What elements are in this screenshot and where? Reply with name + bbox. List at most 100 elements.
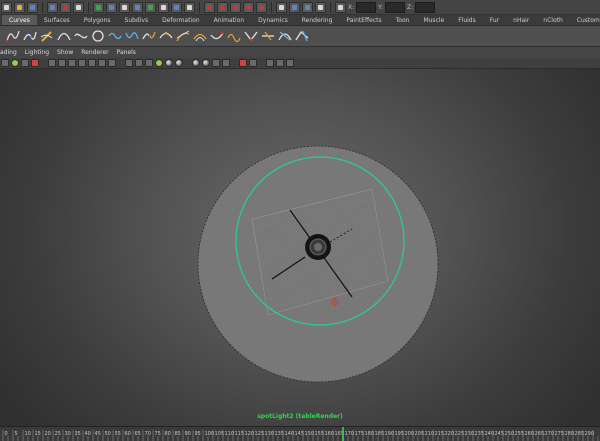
detach-curves-icon[interactable] <box>142 29 156 43</box>
menu-panels[interactable]: Panels <box>117 49 136 56</box>
select-hierarchy-icon[interactable] <box>47 1 58 13</box>
shadows-icon[interactable] <box>192 59 200 67</box>
ipr-render-icon[interactable] <box>302 1 313 13</box>
tab-surfaces[interactable]: Surfaces <box>37 15 77 25</box>
y-field[interactable] <box>385 1 406 13</box>
x-field[interactable] <box>356 1 377 13</box>
new-scene-icon[interactable] <box>1 1 12 13</box>
tab-painteffects[interactable]: PaintEffects <box>339 15 388 25</box>
snap-curve-icon[interactable] <box>217 1 228 13</box>
open-scene-icon[interactable] <box>14 1 25 13</box>
mask-handles-icon[interactable] <box>93 1 104 13</box>
attach-curves-icon[interactable] <box>125 29 139 43</box>
image-plane-icon[interactable] <box>31 59 39 67</box>
fillet-curve-icon[interactable] <box>244 29 258 43</box>
select-object-icon[interactable] <box>60 1 71 13</box>
grid-toggle-icon[interactable] <box>48 59 56 67</box>
use-all-lights-icon[interactable] <box>175 59 183 67</box>
cut-curve-icon[interactable] <box>261 29 275 43</box>
tab-nhair[interactable]: nHair <box>506 15 536 25</box>
extend-curve-icon[interactable] <box>176 29 190 43</box>
menu-shading[interactable]: ading <box>0 49 17 56</box>
smooth-shade-icon[interactable] <box>135 59 143 67</box>
gate-mask-icon[interactable] <box>78 59 86 67</box>
mask-misc-icon[interactable] <box>184 1 195 13</box>
isolate-select-icon[interactable] <box>239 59 247 67</box>
render-current-frame-icon[interactable] <box>289 1 300 13</box>
manipulator-icon[interactable] <box>286 59 294 67</box>
time-tick-label: 205 <box>415 431 425 437</box>
arc-tool-icon[interactable] <box>57 29 71 43</box>
mask-deformations-icon[interactable] <box>145 1 156 13</box>
time-slider[interactable]: 0 5 10 15 20 25 30 35 40 45 50 55 60 65 70 75 80 85 90 95 10… <box>0 426 600 441</box>
insert-knot-icon[interactable] <box>159 29 173 43</box>
mask-joints-icon[interactable] <box>106 1 117 13</box>
use-default-lighting-icon[interactable] <box>155 59 163 67</box>
tab-toon[interactable]: Toon <box>389 15 417 25</box>
cv-curve-tool-icon[interactable] <box>6 29 20 43</box>
tab-curves[interactable]: Curves <box>2 15 37 25</box>
intersect-curve-icon[interactable] <box>278 29 292 43</box>
tab-dynamics[interactable]: Dynamics <box>251 15 295 25</box>
pencil-curve-tool-icon[interactable] <box>40 29 54 43</box>
tab-subdivs[interactable]: Subdivs <box>118 15 156 25</box>
reverse-curve-icon[interactable] <box>210 29 224 43</box>
wireframe-on-shaded-icon[interactable] <box>145 59 153 67</box>
safe-action-icon[interactable] <box>98 59 106 67</box>
textured-icon[interactable] <box>165 59 173 67</box>
camera-attributes-icon[interactable] <box>11 59 19 67</box>
snap-view-plane-icon[interactable] <box>243 1 254 13</box>
tab-ncloth[interactable]: nCloth <box>536 15 570 25</box>
bookmarks-icon[interactable] <box>21 59 29 67</box>
time-tick-label: 100 <box>205 431 215 437</box>
tab-fluids[interactable]: Fluids <box>451 15 483 25</box>
tab-animation[interactable]: Animation <box>207 15 252 25</box>
smooth-wireframe-icon[interactable] <box>249 59 257 67</box>
select-component-icon[interactable] <box>73 1 84 13</box>
offset-curve-icon[interactable] <box>193 29 207 43</box>
history-icon[interactable] <box>276 1 287 13</box>
tab-muscle[interactable]: Muscle <box>416 15 451 25</box>
current-time-marker[interactable] <box>342 427 344 441</box>
mask-surfaces-icon[interactable] <box>132 1 143 13</box>
tab-polygons[interactable]: Polygons <box>77 15 118 25</box>
select-camera-icon[interactable] <box>1 59 9 67</box>
menu-lighting[interactable]: Lighting <box>25 49 49 56</box>
nurbs-square-icon[interactable] <box>108 29 122 43</box>
resolution-gate-icon[interactable] <box>68 59 76 67</box>
camera-view-icon[interactable] <box>266 59 274 67</box>
nurbs-circle-icon[interactable] <box>91 29 105 43</box>
snap-grid-icon[interactable] <box>204 1 215 13</box>
safe-title-icon[interactable] <box>108 59 116 67</box>
high-quality-icon[interactable] <box>202 59 210 67</box>
spotlight-icon[interactable] <box>305 234 331 260</box>
menu-renderer[interactable]: Renderer <box>81 49 108 56</box>
make-live-icon[interactable] <box>256 1 267 13</box>
tab-deformation[interactable]: Deformation <box>155 15 206 25</box>
render-settings-icon[interactable] <box>315 1 326 13</box>
viewport-panel[interactable]: spotLight2 (tableRender) <box>0 69 600 426</box>
menu-show[interactable]: Show <box>57 49 73 56</box>
input-mode-icon[interactable] <box>335 1 346 13</box>
xray-joints-icon[interactable] <box>222 59 230 67</box>
tab-fur[interactable]: Fur <box>483 15 506 25</box>
z-field[interactable] <box>415 1 436 13</box>
xray-icon[interactable] <box>212 59 220 67</box>
wireframe-icon[interactable] <box>125 59 133 67</box>
tab-custom[interactable]: Custom <box>570 15 600 25</box>
mask-dynamics-icon[interactable] <box>158 1 169 13</box>
ep-curve-tool-icon[interactable] <box>23 29 37 43</box>
hud-icon[interactable] <box>276 59 284 67</box>
tab-rendering[interactable]: Rendering <box>295 15 340 25</box>
film-gate-icon[interactable] <box>58 59 66 67</box>
mask-curves-icon[interactable] <box>119 1 130 13</box>
field-chart-icon[interactable] <box>88 59 96 67</box>
time-tick-label: 25 <box>55 431 61 437</box>
save-scene-icon[interactable] <box>27 1 38 13</box>
mask-rendering-icon[interactable] <box>171 1 182 13</box>
rebuild-curve-icon[interactable] <box>227 29 241 43</box>
time-tick-label: 290 <box>585 431 595 437</box>
bezier-curve-icon[interactable] <box>74 29 88 43</box>
project-curve-icon[interactable] <box>295 29 309 43</box>
snap-point-icon[interactable] <box>230 1 241 13</box>
